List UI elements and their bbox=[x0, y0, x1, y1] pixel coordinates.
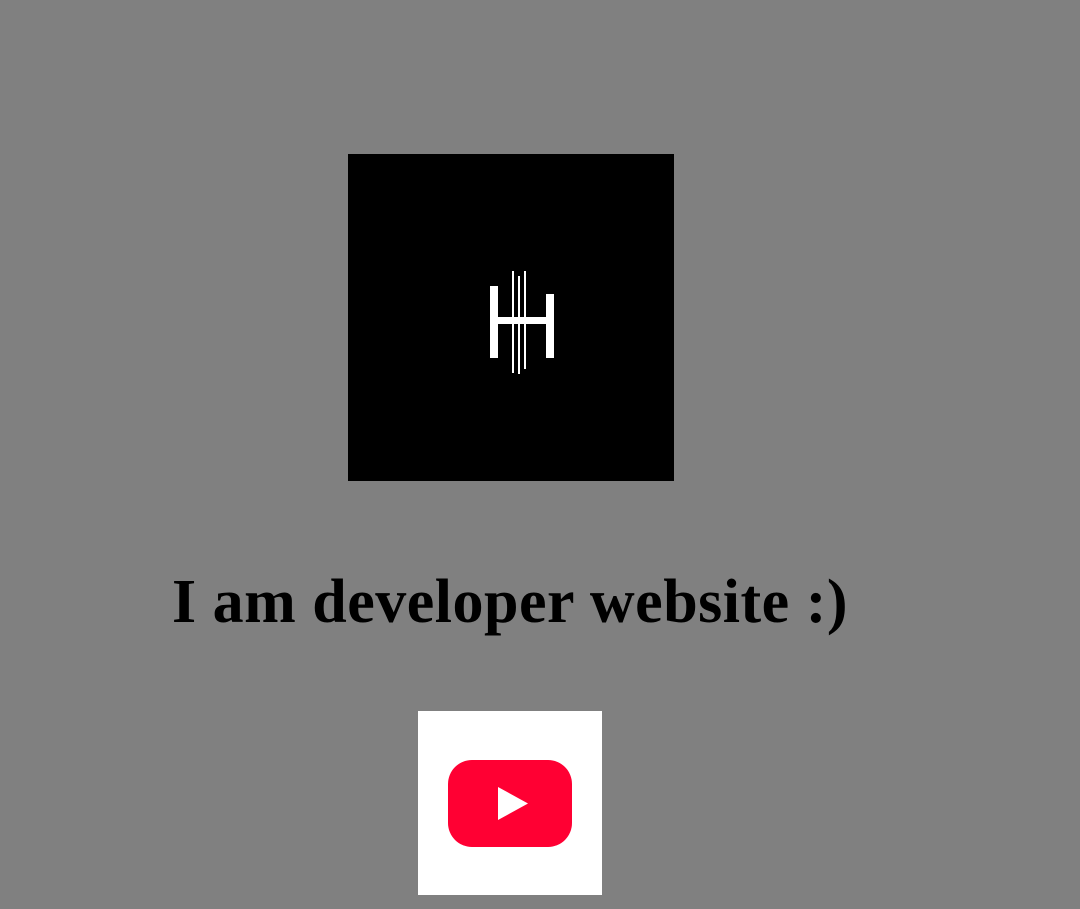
page-headline: I am developer website :) bbox=[171, 568, 848, 636]
youtube-link[interactable] bbox=[418, 711, 602, 895]
logo bbox=[348, 154, 674, 481]
youtube-icon bbox=[448, 760, 572, 847]
hh-monogram-icon bbox=[490, 271, 554, 374]
